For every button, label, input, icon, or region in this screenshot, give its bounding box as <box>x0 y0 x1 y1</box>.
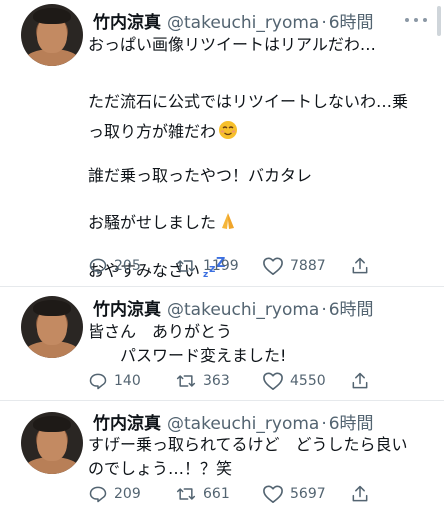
tweet-line: っ取り方が雑だわ <box>88 120 238 146</box>
timestamp[interactable]: 6時間 <box>329 409 374 434</box>
retweet-count: 363 <box>203 373 230 389</box>
username-handle[interactable]: @takeuchi_ryoma <box>167 300 319 320</box>
retweet-icon <box>176 375 196 387</box>
avatar[interactable] <box>21 4 83 66</box>
retweet-count: 661 <box>203 486 230 502</box>
reply-button[interactable]: 140 <box>88 370 141 392</box>
heart-icon <box>263 372 283 390</box>
share-button[interactable] <box>350 483 376 505</box>
like-button[interactable]: 4550 <box>262 370 326 392</box>
reply-icon <box>89 258 107 275</box>
retweet-icon <box>176 260 196 272</box>
avatar[interactable] <box>21 412 83 474</box>
share-icon <box>352 257 368 274</box>
like-count: 4550 <box>290 373 326 389</box>
username-handle[interactable]: @takeuchi_ryoma <box>167 13 319 33</box>
timestamp[interactable]: 6時間 <box>329 295 374 320</box>
display-name[interactable]: 竹内涼真 <box>93 409 161 434</box>
tweet-header: 竹内涼真 @takeuchi_ryoma · 6時間 <box>93 8 374 33</box>
tweet-2[interactable]: 竹内涼真 @takeuchi_ryoma · 6時間 皆さん ありがとう パスワ… <box>0 287 444 400</box>
display-name[interactable]: 竹内涼真 <box>93 295 161 320</box>
username-handle[interactable]: @takeuchi_ryoma <box>167 414 319 434</box>
tweet-actions: 209 661 5697 <box>88 483 428 505</box>
retweet-count: 1199 <box>203 258 239 274</box>
tweet-actions: 205 1199 7887 <box>88 255 428 277</box>
share-button[interactable] <box>350 255 376 277</box>
tweet-3[interactable]: 竹内涼真 @takeuchi_ryoma · 6時間 すげー乗っ取られてるけど … <box>0 401 444 508</box>
more-icon[interactable] <box>405 17 427 23</box>
reply-count: 209 <box>114 486 141 502</box>
reply-button[interactable]: 209 <box>88 483 141 505</box>
like-count: 5697 <box>290 486 326 502</box>
tweet-line: 皆さん ありがとう <box>88 322 233 341</box>
relieved-face-emoji <box>218 120 238 146</box>
reply-button[interactable]: 205 <box>88 255 141 277</box>
heart-icon <box>263 257 283 275</box>
tweet-1[interactable]: 竹内涼真 @takeuchi_ryoma · 6時間 おっぱい画像リツイートはリ… <box>0 0 444 286</box>
retweet-button[interactable]: 363 <box>175 370 230 392</box>
separator: · <box>321 414 327 434</box>
tweet-header: 竹内涼真 @takeuchi_ryoma · 6時間 <box>93 409 374 434</box>
timestamp[interactable]: 6時間 <box>329 8 374 33</box>
reply-icon <box>89 486 107 503</box>
separator: · <box>321 300 327 320</box>
tweet-line: お騒がせしました <box>88 211 238 237</box>
tweet-header: 竹内涼真 @takeuchi_ryoma · 6時間 <box>93 295 374 320</box>
tweet-line: おっぱい画像リツイートはリアルだわ… <box>88 35 376 54</box>
retweet-button[interactable]: 1199 <box>175 255 239 277</box>
separator: · <box>321 13 327 33</box>
like-count: 7887 <box>290 258 326 274</box>
share-icon <box>352 485 368 502</box>
avatar[interactable] <box>21 296 83 358</box>
reply-count: 140 <box>114 373 141 389</box>
heart-icon <box>263 485 283 503</box>
tweet-line: のでしょう…！？笑 <box>88 459 233 478</box>
retweet-icon <box>176 488 196 500</box>
share-icon <box>352 372 368 389</box>
reply-count: 205 <box>114 258 141 274</box>
tweet-line: 誰だ乗っ取ったやつ！バカタレ <box>88 166 313 185</box>
tweet-line: パスワード変えました! <box>88 346 287 365</box>
folded-hands-emoji <box>218 211 238 237</box>
retweet-button[interactable]: 661 <box>175 483 230 505</box>
share-button[interactable] <box>350 370 376 392</box>
tweet-line: ただ流石に公式ではリツイートしないわ…乗 <box>88 92 409 111</box>
display-name[interactable]: 竹内涼真 <box>93 8 161 33</box>
reply-icon <box>89 373 107 390</box>
like-button[interactable]: 7887 <box>262 255 326 277</box>
tweet-line: すげー乗っ取られてるけど どうしたら良い <box>88 435 408 454</box>
tweet-actions: 140 363 4550 <box>88 370 428 392</box>
like-button[interactable]: 5697 <box>262 483 326 505</box>
